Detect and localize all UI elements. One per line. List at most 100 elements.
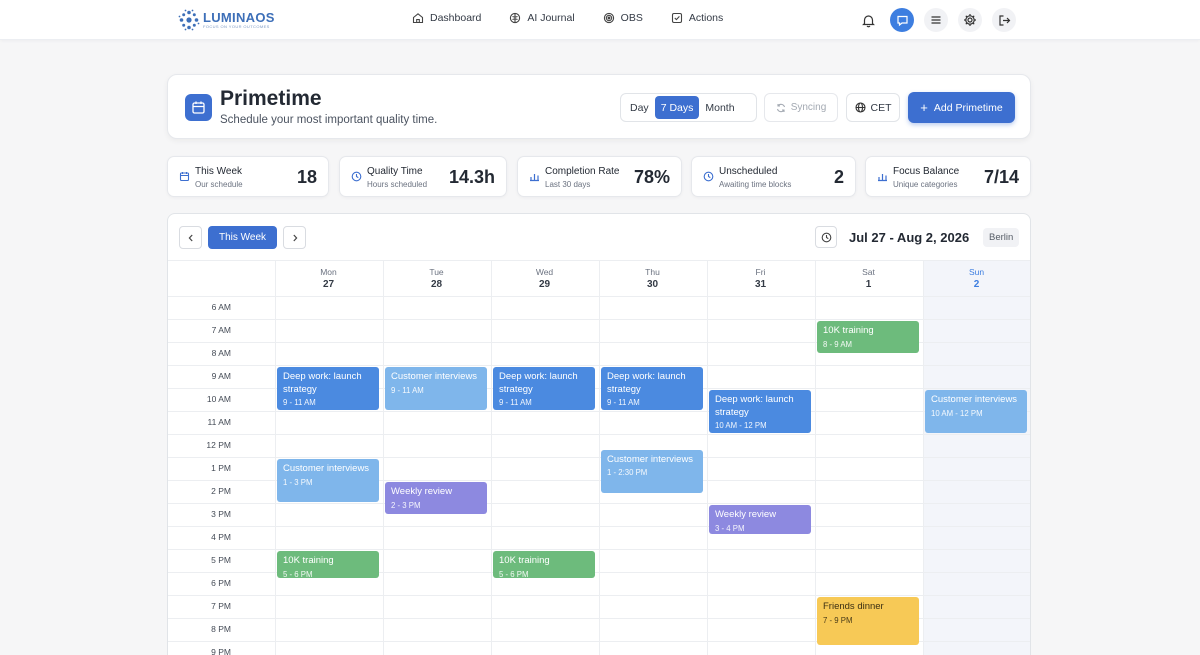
stat-label: Quality Time [367,166,423,177]
globe-icon [854,102,871,113]
hour-label: 6 PM [211,578,231,588]
event-title: Weekly review [715,509,777,520]
nav-link-obs[interactable]: OBS [603,12,643,24]
event-time: 9 - 11 AM [499,398,532,407]
stat-label: Completion Rate [545,166,620,177]
stat-unscheduled: Unscheduled Awaiting time blocks 2 [691,156,856,197]
timezone-button[interactable]: CET [846,93,900,122]
day-name: Thu [645,267,660,277]
day-header[interactable]: Sat 1 [815,267,922,292]
calendar-event[interactable]: Weekly review 3 - 4 PM [709,505,811,535]
calendar-event[interactable]: Customer interviews 1 - 3 PM [277,459,379,502]
calendar-event[interactable]: Deep work: launch strategy 9 - 11 AM [601,367,703,410]
day-number: 30 [646,279,659,290]
hour-label: 12 PM [206,440,231,450]
view-month-button[interactable]: Month [699,96,740,119]
nav-link-label: AI Journal [527,12,575,24]
home-icon [412,12,430,24]
event-time: 9 - 11 AM [607,398,640,407]
event-time: 5 - 6 PM [283,569,313,578]
hour-label: 1 PM [211,463,231,473]
calendar-icon [179,171,190,182]
clock-icon [821,232,832,243]
hour-label: 11 AM [207,417,231,427]
stat-sub: Last 30 days [545,180,591,189]
day-header[interactable]: Fri 31 [707,267,814,292]
stat-quality-time: Quality Time Hours scheduled 14.3h [339,156,507,197]
day-number: 29 [538,279,551,290]
prev-week-button[interactable] [179,226,202,249]
menu-button[interactable] [924,8,948,32]
checkbox-icon [671,12,689,24]
calendar-event[interactable]: Friends dinner 7 - 9 PM [817,597,919,645]
event-title: Friends dinner [823,601,884,612]
logo-name: LUMINAOS [203,9,275,25]
calendar-event[interactable]: 10K training 5 - 6 PM [493,551,595,578]
event-time: 2 - 3 PM [391,500,421,510]
nav-link-ai-journal[interactable]: AI Journal [509,12,575,24]
calendar-event[interactable]: Customer interviews 9 - 11 AM [385,367,487,410]
calendar-event[interactable]: Deep work: launch strategy 9 - 11 AM [493,367,595,410]
day-name: Fri [755,267,766,277]
day-name: Wed [535,267,554,277]
event-title: Weekly review [391,486,453,497]
day-header[interactable]: Wed 29 [491,267,598,292]
day-header[interactable]: Tue 28 [383,267,490,292]
header-divider [168,296,1030,297]
calendar-event[interactable]: 10K training 8 - 9 AM [817,321,919,353]
event-time: 10 AM - 12 PM [715,421,767,430]
timezone-label: CET [870,101,892,114]
event-time: 3 - 4 PM [715,523,745,533]
hour-label: 8 PM [211,624,231,634]
calendar-event[interactable]: Deep work: launch strategy 9 - 11 AM [277,367,379,410]
hour-divider [168,549,1030,550]
stat-value: 14.3h [448,167,495,187]
view-day-button[interactable]: Day [624,96,655,119]
event-time: 8 - 9 AM [823,339,853,349]
calendar-icon [185,94,212,121]
calendar-event[interactable]: Customer interviews 10 AM - 12 PM [925,390,1027,433]
view-7days-button[interactable]: 7 Days [654,96,700,119]
hour-label: 3 PM [211,509,231,519]
event-title: 10K training [823,325,874,336]
calendar-event[interactable]: Weekly review 2 - 3 PM [385,482,487,514]
calendar-event[interactable]: 10K training 5 - 6 PM [277,551,379,578]
hour-divider [168,526,1030,527]
day-number: 31 [754,279,767,290]
event-title: Deep work: launch strategy [499,371,578,395]
next-week-button[interactable] [283,226,306,249]
stat-value: 18 [296,167,317,187]
calendar-event[interactable]: Customer interviews 1 - 2:30 PM [601,449,703,493]
day-header[interactable]: Thu 30 [599,267,706,292]
day-header[interactable]: Sun 2 [923,267,1030,292]
sync-icon [776,103,791,113]
hour-label: 9 AM [211,371,231,381]
view-switcher: Day 7 Days Month [620,93,757,122]
nav-link-dashboard[interactable]: Dashboard [412,12,481,24]
stat-sub: Awaiting time blocks [719,180,792,189]
add-primetime-button[interactable]: + Add Primetime [908,92,1015,123]
day-number: 1 [865,279,872,290]
stat-this-week: This Week Our schedule 18 [167,156,329,197]
time-settings-button[interactable] [815,226,837,248]
logo[interactable]: LUMINAOS FOCUS ON YOUR OUTCOMES [178,8,275,32]
hour-label: 8 AM [211,348,231,358]
logout-button[interactable] [992,8,1016,32]
this-week-button[interactable]: This Week [208,226,277,249]
sync-button[interactable]: Syncing [764,93,838,122]
plus-icon: + [920,99,928,115]
calendar-grid: Mon 27 Tue 28 Wed 29 Thu 30 Fri 31 Sat 1 Sun 2 6 AM 7 A… [168,261,1030,655]
stat-focus-balance: Focus Balance Unique categories 7/14 [865,156,1031,197]
hour-label: 9 PM [211,647,231,655]
chat-button[interactable] [890,8,914,32]
logo-tagline: FOCUS ON YOUR OUTCOMES [203,23,270,29]
nav-link-actions[interactable]: Actions [671,12,723,24]
settings-button[interactable] [958,8,982,32]
hour-label: 4 PM [211,532,231,542]
day-header[interactable]: Mon 27 [275,267,382,292]
nav-link-label: Actions [688,12,724,24]
calendar-event[interactable]: Deep work: launch strategy 10 AM - 12 PM [709,390,811,433]
stat-label: Focus Balance [893,166,960,177]
hour-divider [168,411,1030,412]
notifications-button[interactable] [856,8,880,32]
